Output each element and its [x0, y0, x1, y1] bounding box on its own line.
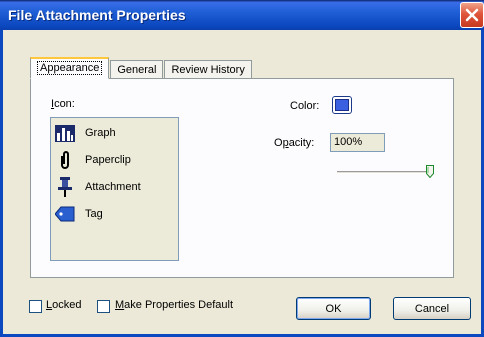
opacity-slider-thumb[interactable]	[426, 165, 434, 178]
graph-icon	[55, 123, 75, 143]
list-item-label: Paperclip	[85, 154, 131, 166]
paperclip-icon	[55, 150, 75, 170]
list-item-label: Graph	[85, 127, 116, 139]
make-default-label[interactable]: Make Properties Default	[115, 299, 233, 311]
ok-button[interactable]: OK	[296, 297, 371, 320]
list-item-paperclip[interactable]: Paperclip	[55, 149, 131, 171]
close-icon	[465, 8, 479, 22]
opacity-label: Opacity:	[274, 137, 315, 149]
icon-list[interactable]: Graph Paperclip Attachment Tag	[50, 117, 179, 261]
color-picker-button[interactable]	[332, 96, 352, 114]
opacity-field[interactable]: 100%	[330, 133, 385, 152]
icon-label: Icon:	[51, 98, 75, 110]
pushpin-icon	[55, 177, 75, 197]
list-item-label: Attachment	[85, 181, 141, 193]
list-item-attachment[interactable]: Attachment	[55, 176, 141, 198]
opacity-slider-track[interactable]	[337, 171, 432, 174]
list-item-tag[interactable]: Tag	[55, 203, 103, 225]
cancel-button[interactable]: Cancel	[393, 297, 471, 320]
locked-checkbox[interactable]	[29, 300, 42, 313]
list-item-label: Tag	[85, 208, 103, 220]
locked-label[interactable]: Locked	[46, 299, 81, 311]
list-item-graph[interactable]: Graph	[55, 122, 116, 144]
make-default-checkbox[interactable]	[97, 300, 110, 313]
tab-appearance[interactable]: Appearance	[30, 57, 110, 79]
tab-general[interactable]: General	[110, 60, 164, 79]
close-button[interactable]	[460, 2, 484, 28]
color-swatch	[335, 99, 349, 111]
window-title: File Attachment Properties	[8, 7, 186, 23]
tab-review-history[interactable]: Review History	[164, 60, 252, 79]
title-bar[interactable]: File Attachment Properties	[0, 0, 484, 30]
tab-general-label: General	[117, 64, 157, 76]
tab-strip: Appearance General Review History	[30, 57, 253, 79]
tab-appearance-label: Appearance	[37, 61, 103, 75]
tag-icon	[55, 204, 75, 224]
tab-review-history-label: Review History	[171, 64, 245, 76]
color-label: Color:	[290, 100, 320, 112]
